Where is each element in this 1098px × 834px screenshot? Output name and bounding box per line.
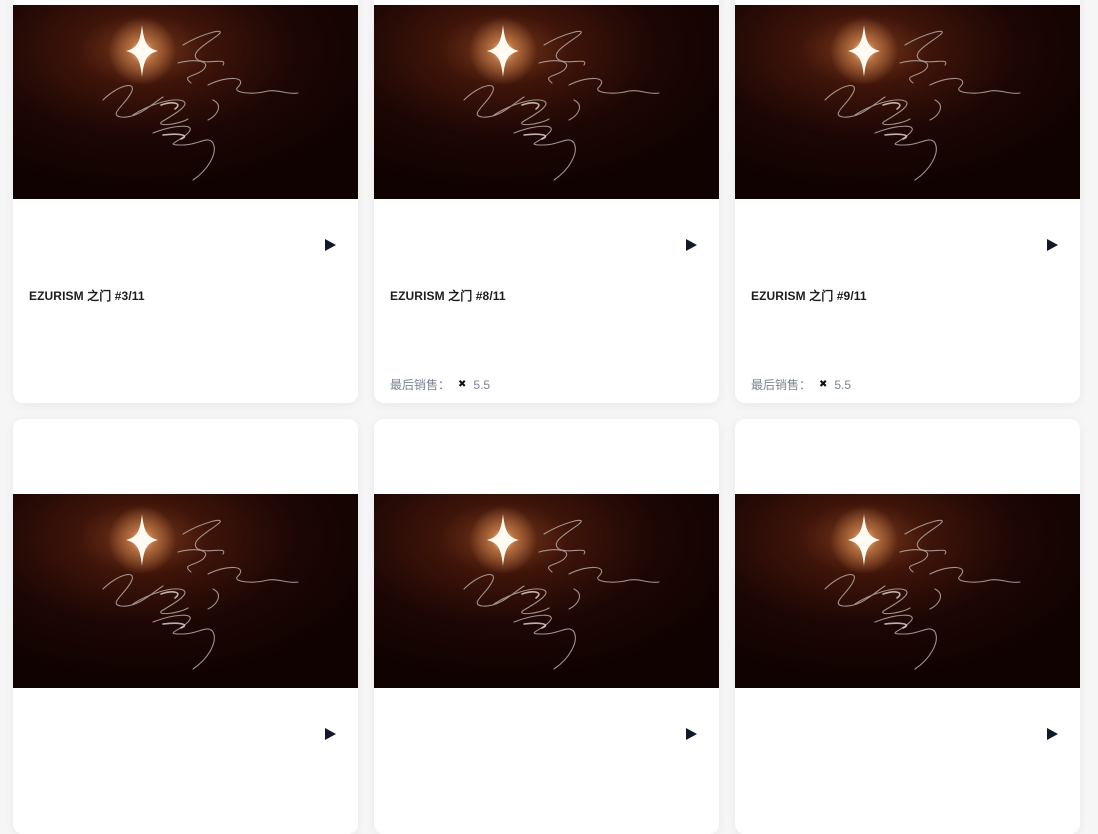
play-icon[interactable]	[684, 727, 698, 741]
nft-media	[13, 0, 358, 199]
last-sale: 最后销售： ✖ 5.5	[751, 376, 851, 393]
nft-title[interactable]: EZURISM 之门 #9/11	[751, 287, 867, 304]
nft-media	[735, 419, 1080, 630]
x-icon: ✖	[819, 379, 828, 390]
x-icon: ✖	[458, 379, 467, 390]
nft-card[interactable]: EZURISM 之门 #8/11 最后销售： ✖ 5.5	[374, 0, 719, 403]
nft-card[interactable]: EZURISM 之门 #3/11	[13, 0, 358, 403]
artwork-image	[13, 494, 358, 688]
last-sale: 最后销售： ✖ 5.5	[390, 376, 490, 393]
last-sale-label: 最后销售：	[751, 378, 812, 392]
play-icon[interactable]	[323, 238, 337, 252]
last-sale-price: 5.5	[473, 377, 491, 392]
nft-title[interactable]: EZURISM 之门 #8/11	[390, 287, 506, 304]
last-sale-price: 5.5	[834, 377, 852, 392]
nft-media	[374, 0, 719, 199]
nft-title[interactable]: EZURISM 之门 #3/11	[29, 287, 145, 304]
artwork-image	[374, 5, 719, 199]
artwork-image	[735, 494, 1080, 688]
artwork-image	[13, 5, 358, 199]
nft-media	[735, 0, 1080, 199]
play-icon[interactable]	[1045, 727, 1059, 741]
last-sale-label: 最后销售：	[390, 378, 451, 392]
nft-card[interactable]: EZURISM 之门 #9/11 最后销售： ✖ 5.5	[735, 0, 1080, 403]
play-icon[interactable]	[684, 238, 698, 252]
nft-media	[374, 419, 719, 630]
nft-media	[13, 419, 358, 630]
play-icon[interactable]	[1045, 238, 1059, 252]
play-icon[interactable]	[323, 727, 337, 741]
artwork-image	[735, 5, 1080, 199]
nft-card-grid: EZURISM 之门 #3/11 EZURISM 之门 #8/11 最后销售： …	[13, 0, 1080, 834]
artwork-image	[374, 494, 719, 688]
